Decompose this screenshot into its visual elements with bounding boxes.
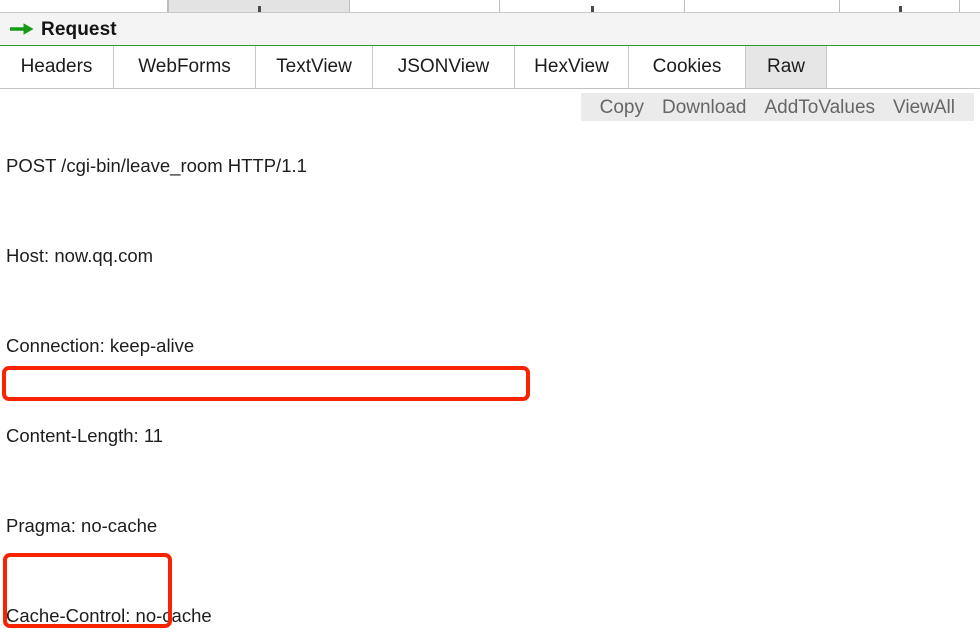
session-tab[interactable] <box>0 0 168 12</box>
tab-headers-label: Headers <box>20 56 93 77</box>
raw-line-pragma: Pragma: no-cache <box>6 515 158 536</box>
session-tab-marker-icon <box>591 6 594 12</box>
raw-line-host: Host: now.qq.com <box>6 245 154 266</box>
tab-webforms-label: WebForms <box>138 56 231 77</box>
session-tab-marker-icon <box>898 6 902 12</box>
raw-line-cache-control: Cache-Control: no-cache <box>6 605 212 626</box>
request-header-bar: Request <box>0 13 980 46</box>
raw-line-content-length: Content-Length: 11 <box>6 425 164 446</box>
session-tab[interactable] <box>500 0 685 12</box>
tab-cookies-label: Cookies <box>652 56 722 77</box>
tab-jsonview[interactable]: JSONView <box>373 46 515 88</box>
raw-line-connection: Connection: keep-alive <box>6 335 195 356</box>
tab-jsonview-label: JSONView <box>397 56 490 77</box>
session-tab[interactable] <box>960 0 980 12</box>
tab-hexview[interactable]: HexView <box>515 46 629 88</box>
raw-request-panel[interactable]: Copy Download AddToValues ViewAll POST /… <box>0 89 980 640</box>
session-tab[interactable] <box>685 0 840 12</box>
tab-raw-label: Raw <box>766 56 805 77</box>
tab-raw[interactable]: Raw <box>746 46 827 88</box>
session-tab[interactable] <box>350 0 500 12</box>
tab-headers[interactable]: Headers <box>0 46 114 88</box>
raw-request-text[interactable]: POST /cgi-bin/leave_room HTTP/1.1 Host: … <box>6 91 980 640</box>
tab-bar-filler <box>827 46 980 88</box>
session-tab[interactable] <box>840 0 960 12</box>
tab-hexview-label: HexView <box>534 56 609 77</box>
page-title: Request <box>41 18 117 40</box>
session-tab-marker-icon <box>258 6 261 12</box>
tab-textview[interactable]: TextView <box>256 46 373 88</box>
session-tab-strip[interactable] <box>0 0 980 13</box>
tab-webforms[interactable]: WebForms <box>114 46 256 88</box>
tab-textview-label: TextView <box>276 56 352 77</box>
session-tab-selected[interactable] <box>168 0 350 12</box>
raw-line-request-line: POST /cgi-bin/leave_room HTTP/1.1 <box>6 155 307 176</box>
inspector-tab-bar[interactable]: Headers WebForms TextView JSONView HexVi… <box>0 46 980 89</box>
arrow-right-icon <box>10 23 34 35</box>
tab-cookies[interactable]: Cookies <box>629 46 746 88</box>
